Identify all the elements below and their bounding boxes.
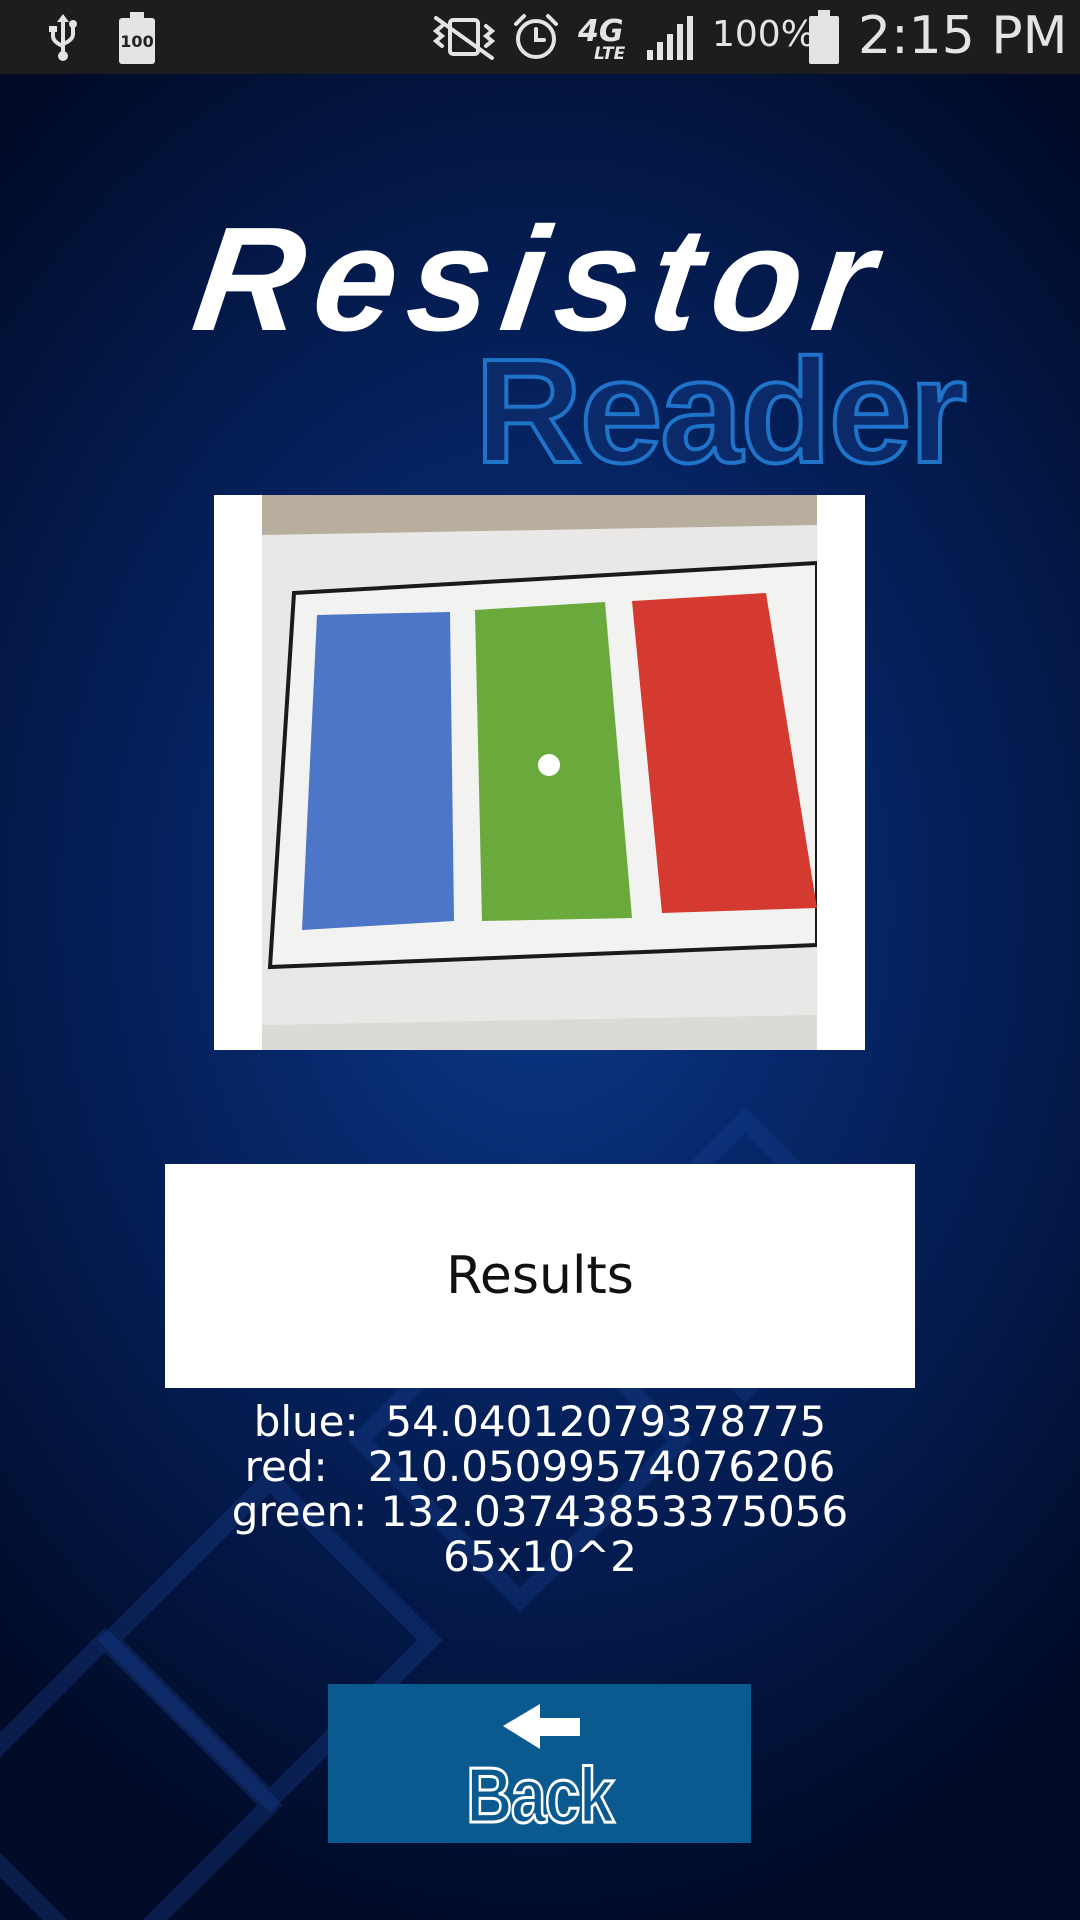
captured-photo xyxy=(262,495,817,1050)
results-button[interactable]: Results xyxy=(165,1164,915,1388)
result-line-green: green: 132.03743853375056 xyxy=(231,1487,849,1536)
sample-point-marker xyxy=(538,754,560,776)
back-label: Back xyxy=(465,1750,615,1841)
back-button[interactable]: Back xyxy=(328,1684,751,1843)
logo-word-reader: Reader xyxy=(475,329,965,480)
app-logo: Resistor Reader xyxy=(185,196,969,480)
blue-swatch xyxy=(302,612,454,930)
captured-photo-frame xyxy=(214,495,865,1050)
result-line-blue: blue: 54.04012079378775 xyxy=(253,1397,827,1446)
result-line-value: 65x10^2 xyxy=(443,1532,637,1581)
result-line-red: red: 210.05099574076206 xyxy=(244,1442,836,1491)
results-readout: blue: 54.04012079378775 red: 210.0509957… xyxy=(0,1399,1080,1579)
